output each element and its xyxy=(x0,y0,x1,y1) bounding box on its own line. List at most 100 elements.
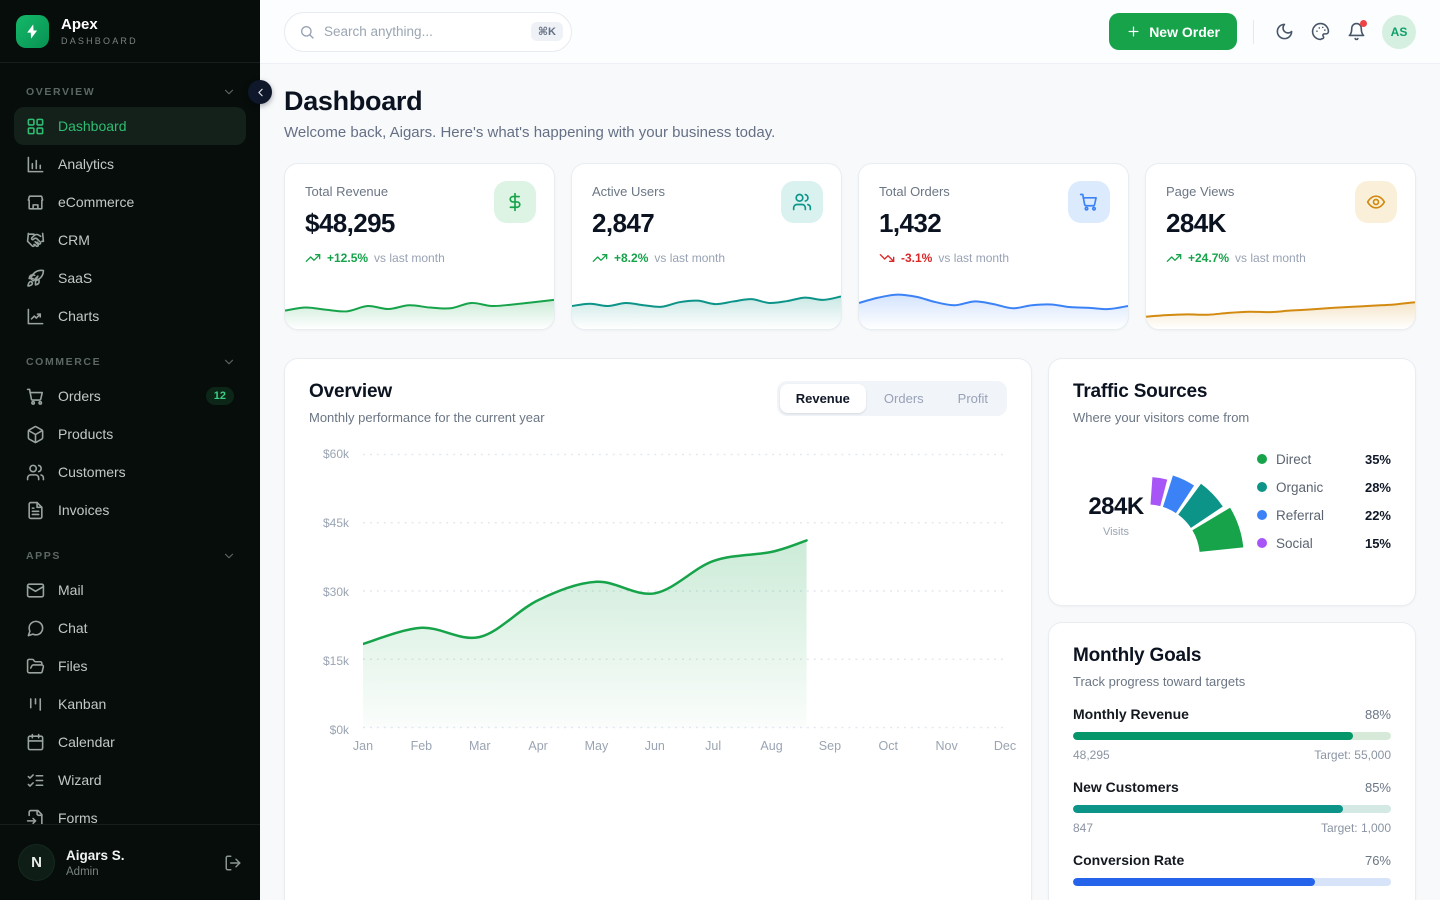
traffic-sources-card: Traffic Sources Where your visitors come… xyxy=(1048,358,1416,606)
x-axis-label: Oct xyxy=(879,739,898,753)
goal-percent: 88% xyxy=(1365,707,1391,722)
trending-up-icon xyxy=(592,250,608,266)
user-role: Admin xyxy=(66,866,125,878)
orders-count-badge: 12 xyxy=(206,387,234,405)
page-title: Dashboard xyxy=(284,86,1416,117)
goal-percent: 85% xyxy=(1365,780,1391,795)
nav-section-commerce[interactable]: COMMERCE xyxy=(14,347,246,377)
tab-profit[interactable]: Profit xyxy=(942,384,1004,413)
profile-avatar[interactable]: AS xyxy=(1382,15,1416,49)
message-circle-icon xyxy=(26,619,45,638)
brand-subtitle: DASHBOARD xyxy=(61,36,138,46)
y-axis-label: $0k xyxy=(309,723,349,737)
sidebar-item-wizard[interactable]: Wizard xyxy=(14,761,246,799)
sidebar-item-label: eCommerce xyxy=(58,194,134,210)
y-axis-label: $45k xyxy=(309,516,349,530)
sidebar-item-analytics[interactable]: Analytics xyxy=(14,145,246,183)
sidebar-item-forms[interactable]: Forms xyxy=(14,799,246,824)
x-axis-label: Mar xyxy=(469,739,491,753)
new-order-button[interactable]: New Order xyxy=(1109,13,1237,50)
search-input[interactable] xyxy=(324,24,522,39)
sidebar-item-ecommerce[interactable]: eCommerce xyxy=(14,183,246,221)
goal-current-value: 847 xyxy=(1073,821,1093,835)
tab-orders[interactable]: Orders xyxy=(868,384,940,413)
traffic-donut-chart xyxy=(1145,439,1253,557)
x-axis-label: Feb xyxy=(411,739,433,753)
nav-section-overview[interactable]: OVERVIEW xyxy=(14,77,246,107)
users-sparkline xyxy=(572,281,841,329)
x-axis: JanFebMarAprMayJunJulAugSepOctNovDec xyxy=(363,739,1005,759)
stats-grid: Total Revenue $48,295 +12.5% vs last mon… xyxy=(284,163,1416,330)
tab-revenue[interactable]: Revenue xyxy=(780,384,866,413)
sidebar-item-orders[interactable]: Orders 12 xyxy=(14,377,246,415)
sidebar-item-calendar[interactable]: Calendar xyxy=(14,723,246,761)
palette-icon xyxy=(1311,22,1330,41)
sidebar-item-label: Charts xyxy=(58,308,99,324)
chevron-down-icon xyxy=(222,355,236,369)
pageviews-sparkline xyxy=(1146,281,1415,329)
trending-down-icon xyxy=(879,250,895,266)
shopping-cart-icon xyxy=(26,387,45,406)
nav-section-apps[interactable]: APPS xyxy=(14,541,246,571)
calendar-icon xyxy=(26,733,45,752)
legend-value: 22% xyxy=(1365,508,1391,523)
monthly-goals-card: Monthly Goals Track progress toward targ… xyxy=(1048,622,1416,900)
legend-label: Direct xyxy=(1276,452,1311,467)
area-chart-svg xyxy=(363,453,1005,729)
stat-change: -3.1% vs last month xyxy=(879,250,1108,266)
search-box[interactable]: ⌘K xyxy=(284,12,572,52)
section-label: COMMERCE xyxy=(26,356,101,368)
x-axis-label: Jul xyxy=(705,739,721,753)
sidebar-collapse-button[interactable] xyxy=(248,80,272,104)
x-axis-label: Jun xyxy=(645,739,665,753)
notifications-button[interactable] xyxy=(1338,14,1374,50)
stat-change: +8.2% vs last month xyxy=(592,250,821,266)
logout-button[interactable] xyxy=(224,854,242,872)
chevron-down-icon xyxy=(222,549,236,563)
dark-mode-toggle[interactable] xyxy=(1266,14,1302,50)
y-axis-label: $60k xyxy=(309,447,349,461)
chevron-left-icon xyxy=(254,86,267,99)
topbar: ⌘K New Order AS xyxy=(260,0,1440,64)
brand-name: Apex xyxy=(61,16,138,34)
legend-item-social: Social 15% xyxy=(1257,529,1391,557)
sidebar-item-mail[interactable]: Mail xyxy=(14,571,246,609)
sidebar-item-charts[interactable]: Charts xyxy=(14,297,246,335)
orders-sparkline xyxy=(859,281,1128,329)
charts-row: Overview Monthly performance for the cur… xyxy=(284,358,1416,900)
user-avatar[interactable]: N xyxy=(18,844,55,881)
x-axis-label: Sep xyxy=(819,739,841,753)
logout-icon xyxy=(224,854,242,872)
package-icon xyxy=(26,425,45,444)
sidebar-item-kanban[interactable]: Kanban xyxy=(14,685,246,723)
goal-progress-fill xyxy=(1073,732,1353,740)
search-shortcut-badge: ⌘K xyxy=(531,22,563,41)
stat-change-percent: +24.7% xyxy=(1188,251,1229,265)
cart-icon-box xyxy=(1068,181,1110,223)
sidebar-item-crm[interactable]: CRM xyxy=(14,221,246,259)
sidebar-item-dashboard[interactable]: Dashboard xyxy=(14,107,246,145)
sidebar-item-products[interactable]: Products xyxy=(14,415,246,453)
legend-label: Organic xyxy=(1276,480,1323,495)
sidebar-item-invoices[interactable]: Invoices xyxy=(14,491,246,529)
file-input-icon xyxy=(26,809,45,825)
sidebar-item-label: Products xyxy=(58,426,113,442)
legend-value: 28% xyxy=(1365,480,1391,495)
sidebar-item-files[interactable]: Files xyxy=(14,647,246,685)
main-area: ⌘K New Order AS Dashboard Welcome back, … xyxy=(260,0,1440,900)
sidebar-item-label: CRM xyxy=(58,232,90,248)
file-text-icon xyxy=(26,501,45,520)
sidebar-item-label: Dashboard xyxy=(58,118,127,134)
legend-label: Referral xyxy=(1276,508,1324,523)
mail-icon xyxy=(26,581,45,600)
sidebar-item-saas[interactable]: SaaS xyxy=(14,259,246,297)
page-subtitle: Welcome back, Aigars. Here's what's happ… xyxy=(284,124,1416,141)
revenue-area-chart: $60k$45k$30k$15k$0k JanFebMarAprMayJunJu… xyxy=(309,453,1007,773)
goal-target-value: Target: 55,000 xyxy=(1314,748,1391,762)
sidebar-item-chat[interactable]: Chat xyxy=(14,609,246,647)
stat-card-page-views: Page Views 284K +24.7% vs last month xyxy=(1145,163,1416,330)
sidebar-user-area: N Aigars S. Admin xyxy=(0,824,260,900)
stat-card-total-revenue: Total Revenue $48,295 +12.5% vs last mon… xyxy=(284,163,555,330)
theme-palette-button[interactable] xyxy=(1302,14,1338,50)
sidebar-item-customers[interactable]: Customers xyxy=(14,453,246,491)
